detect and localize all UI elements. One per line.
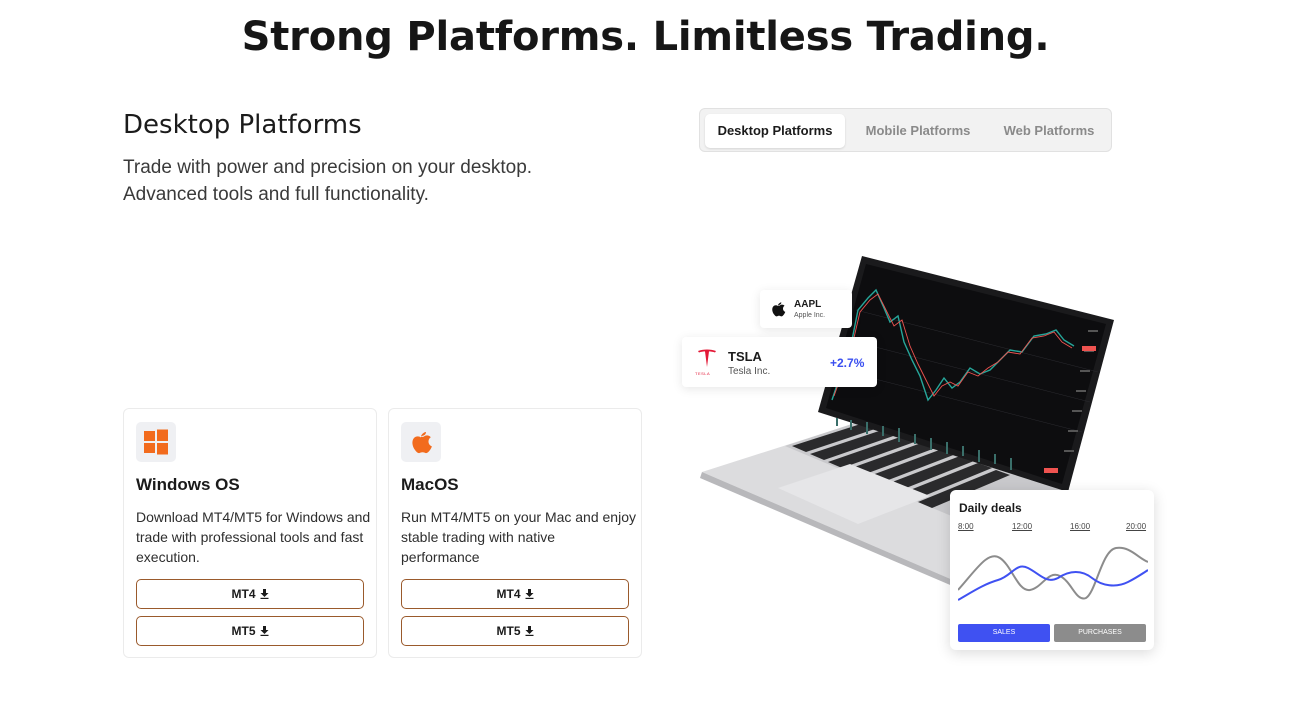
- sales-button[interactable]: SALES: [958, 624, 1050, 642]
- section-description: Trade with power and precision on your d…: [123, 154, 603, 208]
- macos-mt5-label: MT5: [496, 624, 521, 638]
- section-description-line2: Advanced tools and full functionality.: [123, 184, 429, 205]
- tsla-company: Tesla Inc.: [728, 366, 771, 377]
- platform-tabs: Desktop Platforms Mobile Platforms Web P…: [699, 108, 1112, 152]
- windows-card-text: Download MT4/MT5 for Windows and trade w…: [136, 509, 371, 565]
- macos-card-title: MacOS: [401, 475, 459, 494]
- purchases-button[interactable]: PURCHASES: [1054, 624, 1146, 642]
- deals-time-label: 20:00: [1126, 522, 1147, 531]
- tab-desktop-platforms[interactable]: Desktop Platforms: [705, 114, 845, 148]
- windows-icon: [136, 422, 176, 462]
- deals-line-chart: [958, 546, 1148, 601]
- tsla-change: +2.7%: [830, 356, 865, 370]
- aapl-company: Apple Inc.: [794, 312, 826, 319]
- deals-time-label: 8:00: [958, 522, 974, 531]
- aapl-ticker-card: AAPL Apple Inc.: [760, 290, 852, 328]
- sales-line: [958, 565, 1148, 601]
- purchases-line: [958, 546, 1148, 600]
- windows-mt5-label: MT5: [231, 624, 256, 638]
- windows-mt4-label: MT4: [231, 587, 256, 601]
- tsla-ticker-card: TESLA TSLA Tesla Inc. +2.7%: [682, 337, 877, 387]
- deals-time-label: 12:00: [1012, 522, 1033, 531]
- windows-card: Windows OS Download MT4/MT5 for Windows …: [123, 408, 377, 658]
- tesla-logo-icon: [698, 349, 716, 367]
- macos-card-text: Run MT4/MT5 on your Mac and enjoy stable…: [401, 509, 636, 565]
- daily-deals-card: Daily deals 8:00 12:00 16:00 20:00 SALES…: [950, 490, 1154, 650]
- windows-mt5-download-button[interactable]: MT5: [136, 616, 364, 646]
- tab-mobile-platforms[interactable]: Mobile Platforms: [852, 114, 984, 148]
- tesla-logo-text: TESLA: [695, 371, 711, 376]
- tab-web-platforms[interactable]: Web Platforms: [990, 114, 1108, 148]
- download-icon: [525, 589, 533, 599]
- apple-logo-icon: [772, 302, 786, 317]
- macos-mt4-label: MT4: [496, 587, 521, 601]
- aapl-symbol: AAPL: [794, 299, 822, 310]
- macos-mt5-download-button[interactable]: MT5: [401, 616, 629, 646]
- windows-card-title: Windows OS: [136, 475, 240, 494]
- windows-mt4-download-button[interactable]: MT4: [136, 579, 364, 609]
- daily-deals-title: Daily deals: [959, 501, 1022, 515]
- download-icon: [260, 589, 268, 599]
- macos-mt4-download-button[interactable]: MT4: [401, 579, 629, 609]
- macos-card: MacOS Run MT4/MT5 on your Mac and enjoy …: [388, 408, 642, 658]
- tsla-symbol: TSLA: [728, 349, 762, 364]
- download-icon: [260, 626, 268, 636]
- page-headline: Strong Platforms. Limitless Trading.: [241, 14, 1050, 60]
- download-icon: [525, 626, 533, 636]
- section-description-line1: Trade with power and precision on your d…: [123, 157, 533, 178]
- section-title: Desktop Platforms: [123, 110, 362, 140]
- apple-icon: [401, 422, 441, 462]
- deals-time-label: 16:00: [1070, 522, 1091, 531]
